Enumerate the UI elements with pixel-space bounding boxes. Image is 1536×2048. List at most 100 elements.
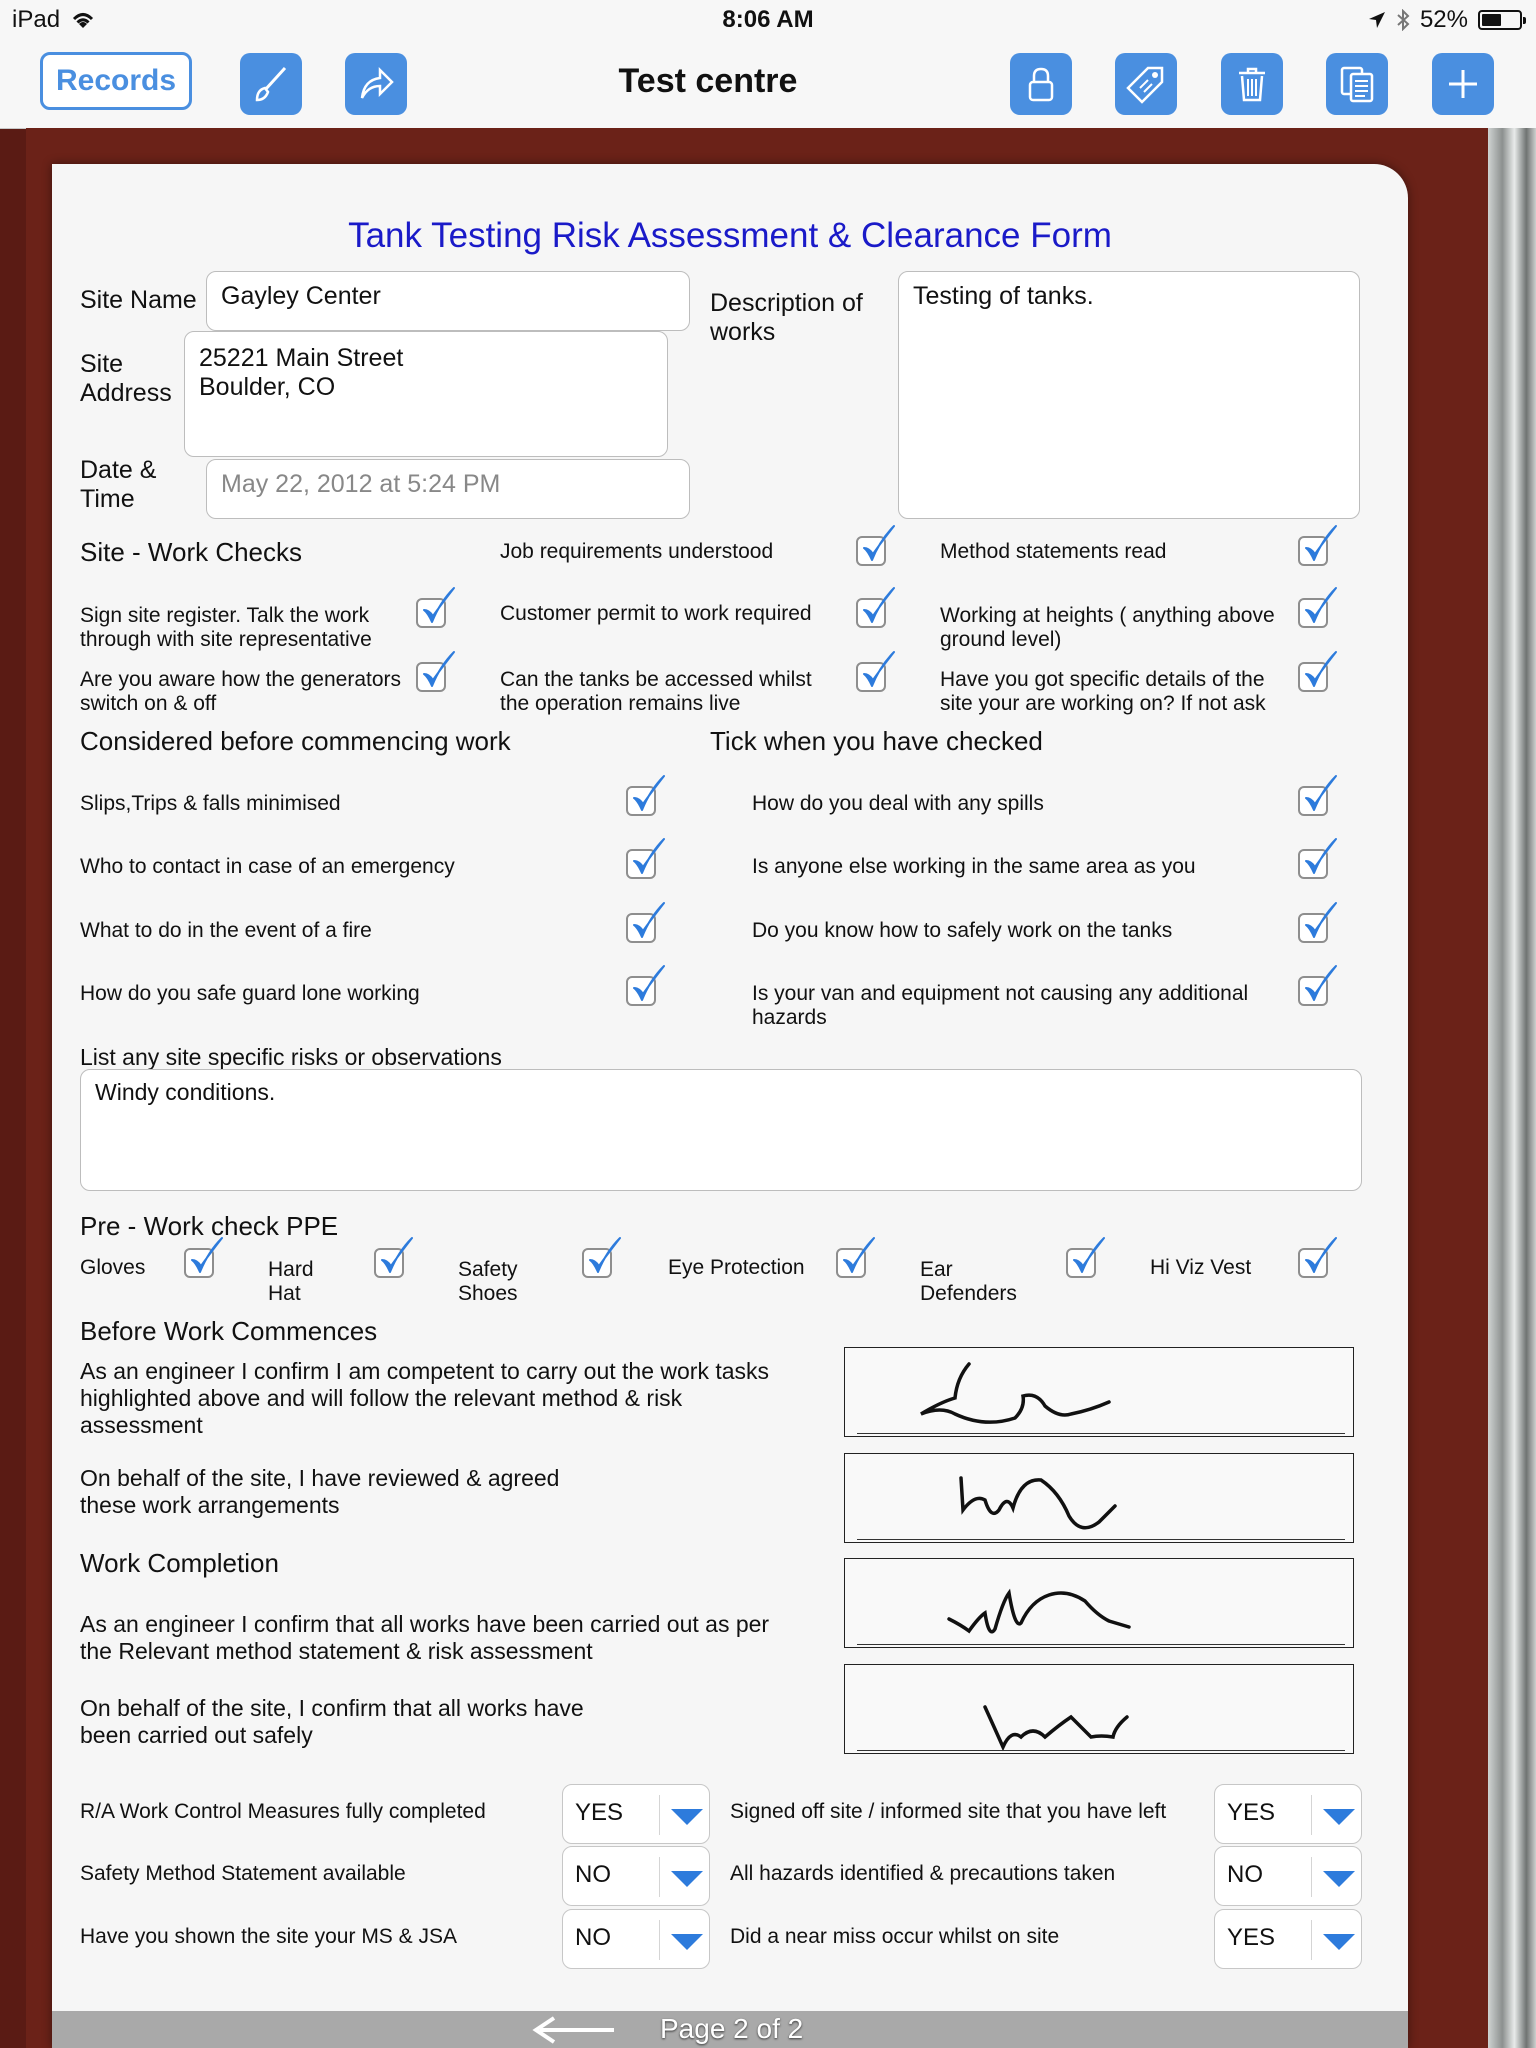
site-check-label: Method statements read	[940, 540, 1167, 563]
checkmark-icon	[423, 651, 455, 687]
select-divider	[659, 1920, 660, 1960]
ppe-label: Gloves	[80, 1256, 146, 1279]
select-value: NO	[575, 1924, 611, 1951]
site-check-label: Working at heights ( anything above grou…	[940, 604, 1275, 651]
status-bar: iPad 8:06 AM 52%	[0, 0, 1536, 40]
site-check-checkbox[interactable]	[856, 525, 895, 566]
site-check-label: Have you got specific details of the sit…	[940, 668, 1266, 715]
ppe-checkbox[interactable]	[1298, 1237, 1337, 1278]
yes-no-select[interactable]: YES	[1214, 1909, 1362, 1969]
site-complete-text: On behalf of the site, I confirm that al…	[80, 1695, 584, 1748]
copy-icon	[1340, 66, 1374, 103]
back-arrow-icon[interactable]	[528, 2015, 618, 2045]
site-check-checkbox[interactable]	[416, 651, 455, 692]
considered-check-checkbox[interactable]	[1298, 838, 1337, 879]
considered-header: Considered before commencing work	[80, 726, 511, 756]
site-check-checkbox[interactable]	[1298, 525, 1337, 566]
add-button[interactable]	[1432, 53, 1494, 115]
site-agree-text: On behalf of the site, I have reviewed &…	[80, 1465, 560, 1518]
trash-button[interactable]	[1221, 53, 1283, 115]
site-checks-header: Site - Work Checks	[80, 537, 303, 567]
checkmark-icon	[1305, 902, 1337, 938]
yes-no-select[interactable]: NO	[562, 1909, 710, 1969]
site-check-label: Can the tanks be accessed whilst the ope…	[500, 668, 812, 715]
work-completion-header: Work Completion	[80, 1548, 279, 1578]
checkmark-icon	[1305, 1237, 1337, 1273]
site-name-field[interactable]: Gayley Center	[206, 271, 690, 331]
considered-check-checkbox[interactable]	[1298, 775, 1337, 816]
site-check-checkbox[interactable]	[1298, 651, 1337, 692]
dropdown-arrow-icon	[1323, 1809, 1355, 1825]
site-check-label: Sign site register. Talk the work throug…	[80, 604, 372, 651]
checkmark-icon	[863, 587, 895, 623]
tick-header: Tick when you have checked	[710, 726, 1043, 756]
checkmark-icon	[633, 838, 665, 874]
plus-icon	[1449, 70, 1477, 98]
datetime-field[interactable]: May 22, 2012 at 5:24 PM	[206, 459, 690, 519]
lock-button[interactable]	[1010, 53, 1072, 115]
considered-check-checkbox[interactable]	[626, 965, 665, 1006]
dropdown-arrow-icon	[671, 1934, 703, 1950]
description-field[interactable]: Testing of tanks.	[898, 271, 1360, 519]
ppe-label: Ear Defenders	[920, 1258, 1017, 1305]
site-address-field[interactable]: 25221 Main Street Boulder, CO	[184, 331, 668, 457]
ppe-checkbox[interactable]	[582, 1237, 621, 1278]
select-value: YES	[1227, 1924, 1276, 1951]
select-value: NO	[575, 1861, 611, 1888]
considered-check-label: How do you safe guard lone working	[80, 982, 420, 1005]
ppe-checkbox[interactable]	[1066, 1237, 1105, 1278]
select-divider	[1311, 1920, 1312, 1960]
select-divider	[1311, 1857, 1312, 1897]
checkmark-icon	[1305, 775, 1337, 811]
yes-no-select[interactable]: NO	[562, 1846, 710, 1906]
page-title: Test centre	[618, 62, 798, 100]
site-check-checkbox[interactable]	[416, 587, 455, 628]
considered-check-checkbox[interactable]	[626, 838, 665, 879]
signature-site-complete[interactable]	[844, 1664, 1354, 1754]
risks-label: List any site specific risks or observat…	[80, 1044, 502, 1070]
copy-button[interactable]	[1326, 53, 1388, 115]
checkmark-icon	[633, 902, 665, 938]
yes-no-select[interactable]: YES	[562, 1784, 710, 1844]
signature-engineer-complete[interactable]	[844, 1558, 1354, 1648]
site-name-label: Site Name	[80, 286, 197, 314]
site-check-checkbox[interactable]	[856, 651, 895, 692]
ppe-checkbox[interactable]	[836, 1237, 875, 1278]
yes-no-select[interactable]: YES	[1214, 1784, 1362, 1844]
ppe-label: Hi Viz Vest	[1150, 1256, 1252, 1279]
considered-check-checkbox[interactable]	[1298, 965, 1337, 1006]
dropdown-label: All hazards identified & precautions tak…	[730, 1862, 1116, 1885]
lock-icon	[1028, 67, 1054, 102]
checkmark-icon	[381, 1237, 413, 1273]
ppe-checkbox[interactable]	[184, 1237, 223, 1278]
site-check-checkbox[interactable]	[856, 587, 895, 628]
ppe-label: Safety Shoes	[458, 1258, 518, 1305]
considered-check-checkbox[interactable]	[1298, 902, 1337, 943]
select-value: NO	[1227, 1861, 1263, 1888]
clock: 8:06 AM	[722, 6, 814, 33]
risks-field[interactable]: Windy conditions.	[80, 1069, 1362, 1191]
ppe-checkbox[interactable]	[374, 1237, 413, 1278]
tag-button[interactable]	[1115, 53, 1177, 115]
signature-engineer-start[interactable]	[844, 1347, 1354, 1437]
checkmark-icon	[1305, 525, 1337, 561]
considered-check-checkbox[interactable]	[626, 775, 665, 816]
checkmark-icon	[1305, 965, 1337, 1001]
battery-percent: 52%	[1419, 6, 1468, 33]
checkmark-icon	[191, 1237, 223, 1273]
considered-check-label: Is anyone else working in the same area …	[752, 855, 1196, 878]
considered-check-label: How do you deal with any spills	[752, 792, 1044, 815]
select-divider	[659, 1857, 660, 1897]
yes-no-select[interactable]: NO	[1214, 1846, 1362, 1906]
checkmark-icon	[843, 1237, 875, 1273]
page-indicator: Page 2 of 2	[660, 2013, 804, 2044]
considered-check-checkbox[interactable]	[626, 902, 665, 943]
dropdown-arrow-icon	[1323, 1871, 1355, 1887]
dropdown-arrow-icon	[671, 1871, 703, 1887]
signature-site-agree[interactable]	[844, 1453, 1354, 1543]
checkmark-icon	[633, 775, 665, 811]
engineer-complete-text: As an engineer I confirm that all works …	[80, 1611, 770, 1664]
trash-icon	[1239, 67, 1265, 102]
site-check-label: Job requirements understood	[500, 540, 774, 563]
site-check-checkbox[interactable]	[1298, 587, 1337, 628]
